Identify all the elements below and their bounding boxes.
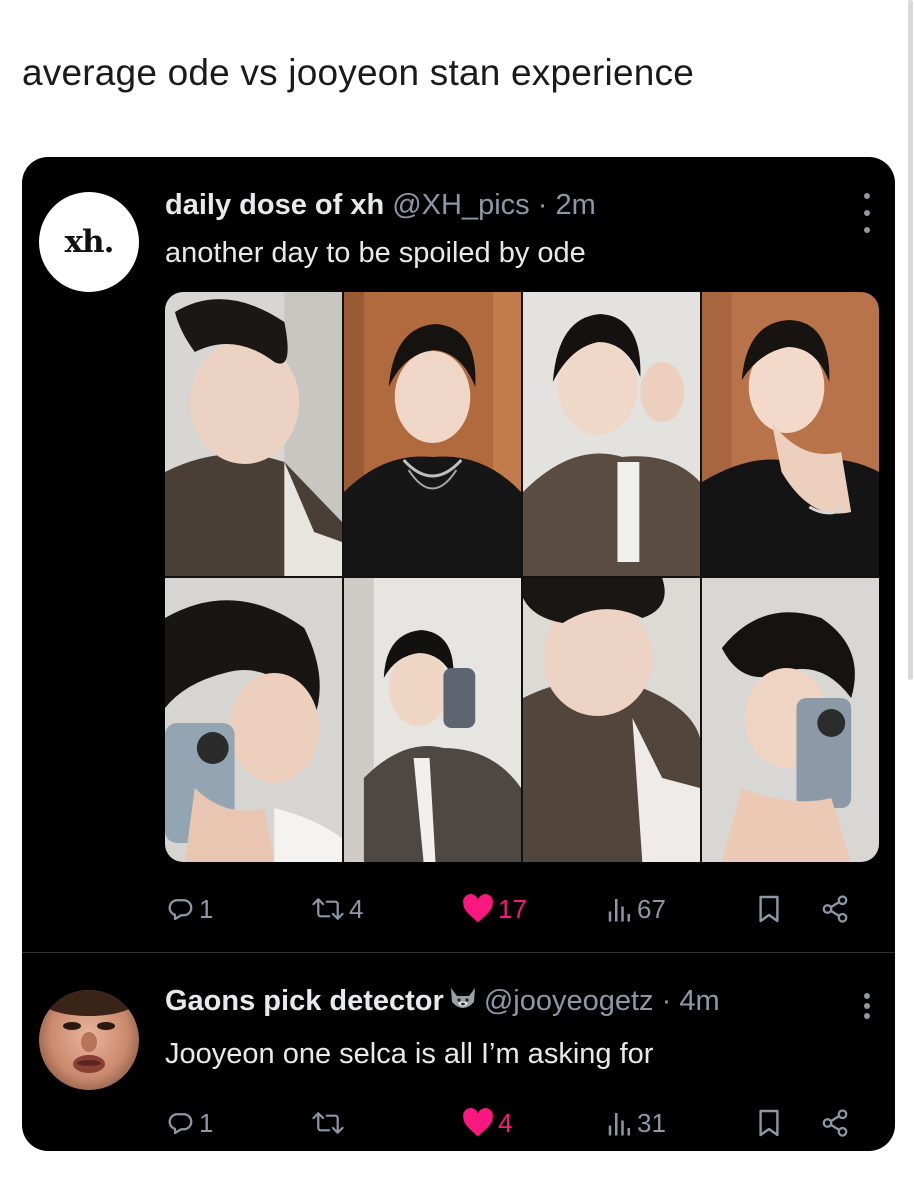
photo-7[interactable] xyxy=(523,578,700,862)
tweet[interactable]: xh. daily dose of xh @XH_pics · 2m anoth… xyxy=(22,157,895,953)
tweet-header: Gaons pick detector @jooyeogetz · 4m xyxy=(165,985,720,1018)
timestamp[interactable]: 4m xyxy=(679,985,719,1017)
heart-icon xyxy=(463,894,493,923)
separator-dot: · xyxy=(537,189,548,221)
more-icon[interactable] xyxy=(861,193,873,233)
user-handle[interactable]: @XH_pics xyxy=(392,189,529,221)
tweet-actions: 1 4 31 xyxy=(165,1103,855,1143)
retweet-icon xyxy=(312,1112,344,1134)
tweet-actions: 1 4 17 67 xyxy=(165,889,855,929)
reply-icon xyxy=(168,1113,193,1135)
views-count: 31 xyxy=(637,1107,666,1138)
post-caption: average ode vs jooyeon stan experience xyxy=(22,52,694,93)
bookmark-icon xyxy=(759,1109,779,1137)
tweet-text: another day to be spoiled by ode xyxy=(165,237,586,269)
display-name[interactable]: daily dose of xh xyxy=(165,189,384,221)
share-button[interactable] xyxy=(820,889,850,929)
photo-3[interactable] xyxy=(523,292,700,576)
avatar-logo-text: xh. xyxy=(64,224,115,260)
heart-icon xyxy=(463,1108,493,1137)
retweet-button[interactable]: 4 xyxy=(311,889,363,929)
media-grid[interactable] xyxy=(165,292,879,862)
reply-count: 1 xyxy=(199,1107,214,1138)
like-count: 17 xyxy=(498,893,527,924)
avatar[interactable]: xh. xyxy=(39,192,139,292)
scrollbar[interactable] xyxy=(908,0,913,680)
photo-1[interactable] xyxy=(165,292,342,576)
retweet-icon xyxy=(312,898,344,920)
bookmark-button[interactable] xyxy=(757,889,781,929)
more-icon[interactable] xyxy=(861,993,873,1019)
wolf-emoji-icon xyxy=(450,988,475,1008)
bookmark-button[interactable] xyxy=(757,1103,781,1143)
bookmark-icon xyxy=(759,895,779,923)
share-icon xyxy=(822,895,848,923)
views-icon xyxy=(608,899,630,922)
reply-tweet[interactable]: Gaons pick detector @jooyeogetz · 4m Jooy… xyxy=(22,953,895,1151)
tweet-screenshot-card: xh. daily dose of xh @XH_pics · 2m anoth… xyxy=(22,157,895,1151)
avatar[interactable] xyxy=(39,990,139,1090)
photo-6[interactable] xyxy=(344,578,521,862)
retweet-button[interactable] xyxy=(311,1103,349,1143)
share-button[interactable] xyxy=(820,1103,850,1143)
retweet-count: 4 xyxy=(349,893,364,924)
reply-button[interactable]: 1 xyxy=(165,1103,213,1143)
photo-2[interactable] xyxy=(344,292,521,576)
share-icon xyxy=(822,1109,848,1137)
reply-count: 1 xyxy=(199,893,214,924)
like-button[interactable]: 4 xyxy=(462,1103,512,1143)
views-button[interactable]: 67 xyxy=(607,889,666,929)
views-icon xyxy=(608,1113,630,1136)
reply-button[interactable]: 1 xyxy=(165,889,213,929)
photo-4[interactable] xyxy=(702,292,879,576)
views-button[interactable]: 31 xyxy=(607,1103,666,1143)
timestamp[interactable]: 2m xyxy=(555,189,595,221)
display-name[interactable]: Gaons pick detector xyxy=(165,985,444,1017)
photo-5[interactable] xyxy=(165,578,342,862)
like-count: 4 xyxy=(498,1107,513,1138)
photo-8[interactable] xyxy=(702,578,879,862)
tweet-header: daily dose of xh @XH_pics · 2m xyxy=(165,189,596,222)
reply-icon xyxy=(168,899,193,921)
user-handle[interactable]: @jooyeogetz xyxy=(484,985,654,1017)
tweet-text: Jooyeon one selca is all I’m asking for xyxy=(165,1038,654,1070)
views-count: 67 xyxy=(637,893,666,924)
separator-dot: · xyxy=(661,985,672,1017)
like-button[interactable]: 17 xyxy=(462,889,527,929)
